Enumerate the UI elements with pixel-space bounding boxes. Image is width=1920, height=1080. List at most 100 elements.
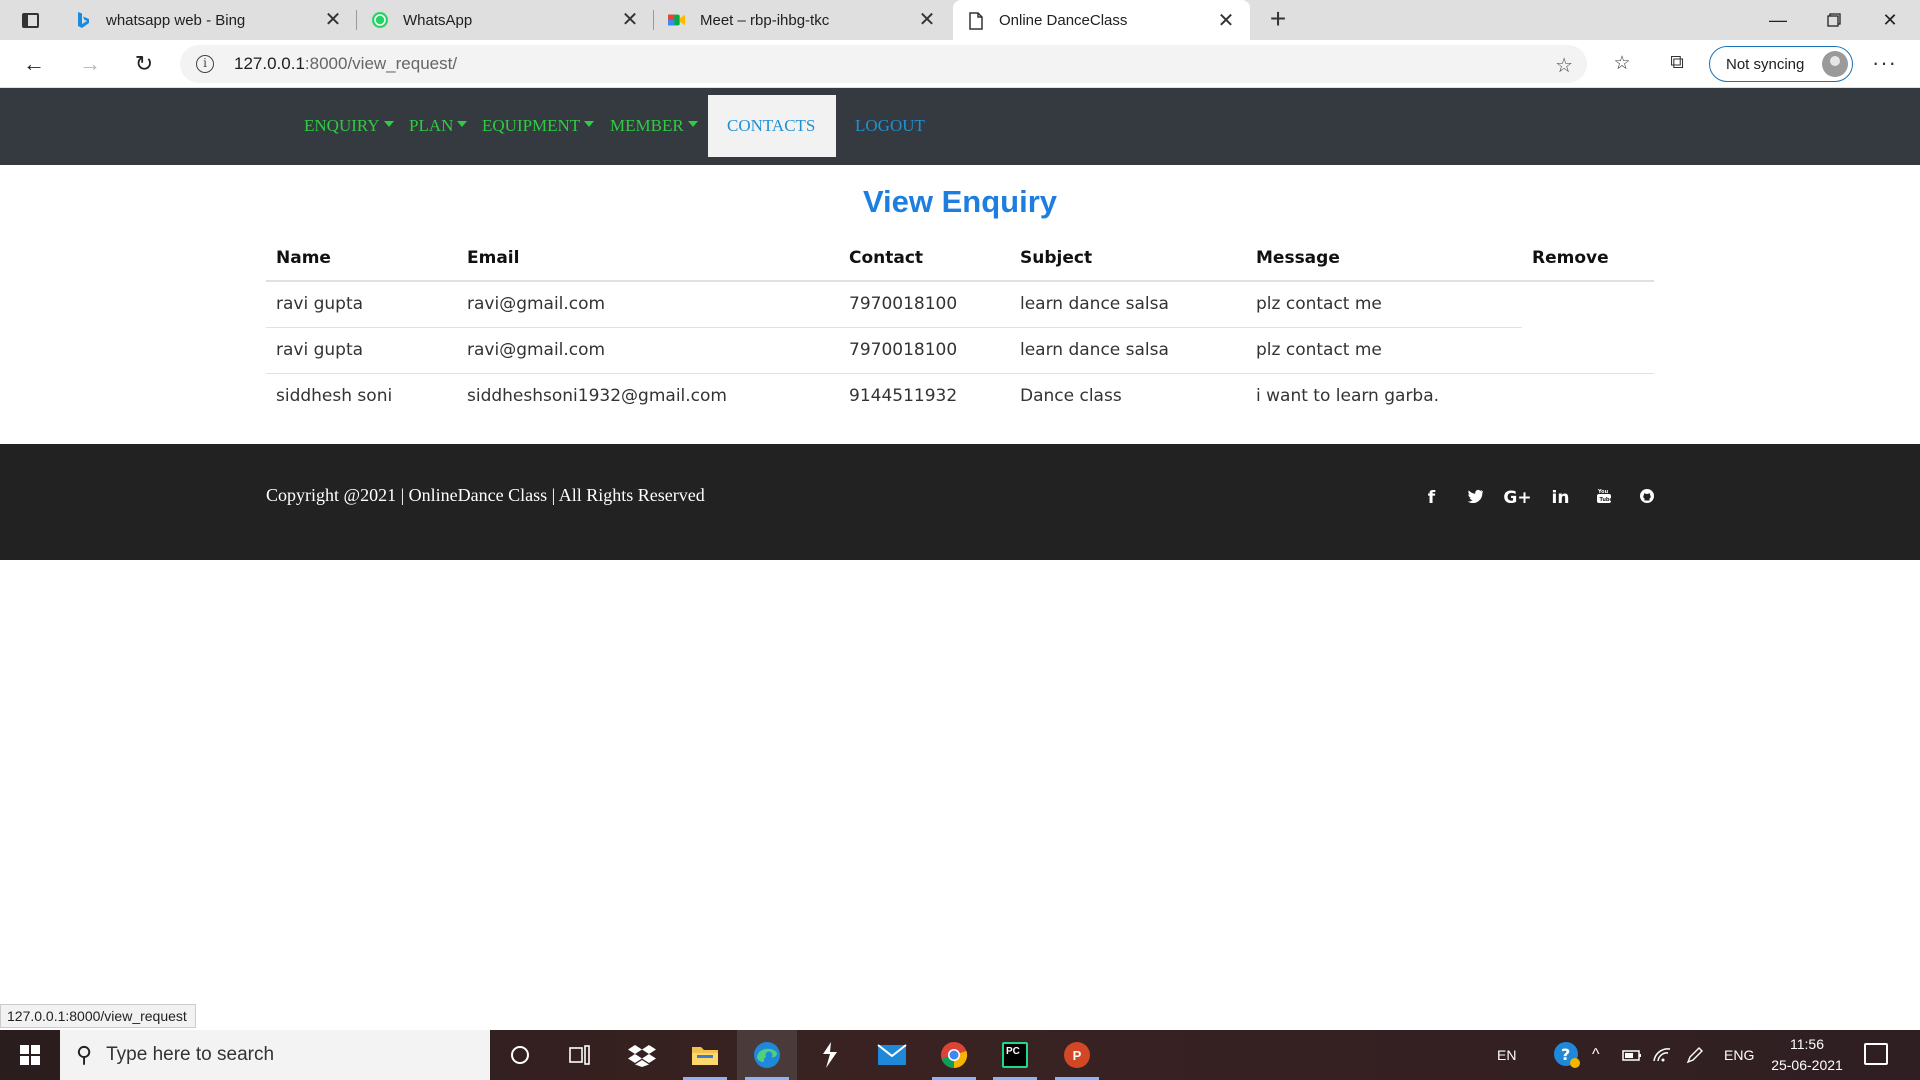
whatsapp-icon: [371, 11, 389, 29]
svg-text:Tube: Tube: [1599, 497, 1612, 503]
keyboard-language[interactable]: ENG: [1724, 1030, 1754, 1080]
mail-icon[interactable]: [862, 1030, 922, 1080]
nav-logout[interactable]: LOGOUT: [855, 95, 925, 157]
table-row: siddhesh soni siddheshsoni1932@gmail.com…: [266, 372, 1654, 419]
close-window-button[interactable]: ✕: [1862, 0, 1918, 40]
taskbar: ⚲ Type here to search PC P EN ? ^ ENG 11…: [0, 1030, 1920, 1080]
cell-email: ravi@gmail.com: [457, 280, 839, 327]
browser-tab-bar: whatsapp web - Bing ✕ WhatsApp ✕ Meet – …: [0, 0, 1920, 41]
powerpoint-icon[interactable]: P: [1047, 1030, 1107, 1080]
tab-whatsapp[interactable]: WhatsApp ✕: [357, 0, 654, 40]
tab-meet[interactable]: Meet – rbp-ihbg-tkc ✕: [654, 0, 951, 40]
cell-subject: learn dance salsa: [1010, 326, 1246, 373]
taskbar-search[interactable]: ⚲ Type here to search: [60, 1030, 490, 1080]
nav-contacts[interactable]: CONTACTS: [708, 95, 836, 157]
meet-icon: [668, 11, 686, 29]
clock-date: 25-06-2021: [1771, 1057, 1843, 1073]
minimize-button[interactable]: —: [1750, 0, 1806, 40]
windows-icon: [20, 1045, 40, 1065]
caret-down-icon: [383, 121, 394, 127]
pen-icon[interactable]: [1685, 1030, 1705, 1080]
column-header: Email: [457, 236, 839, 282]
cell-message: plz contact me: [1246, 326, 1522, 373]
wifi-icon[interactable]: [1652, 1030, 1672, 1080]
column-header: Remove: [1522, 236, 1654, 282]
clock[interactable]: 11:56 25-06-2021: [1762, 1034, 1852, 1076]
favorites-icon[interactable]: ☆: [1608, 52, 1636, 76]
nav-label: LOGOUT: [855, 116, 925, 135]
cell-name: ravi gupta: [266, 280, 457, 327]
close-icon[interactable]: ✕: [1216, 11, 1236, 31]
github-icon[interactable]: [1625, 488, 1668, 509]
close-icon[interactable]: ✕: [917, 10, 937, 30]
tab-title: Online DanceClass: [999, 12, 1128, 29]
social-links: f G+ in You Tube: [1410, 488, 1668, 509]
clock-time: 11:56: [1790, 1036, 1824, 1052]
cell-message: plz contact me: [1246, 280, 1522, 327]
sync-label: Not syncing: [1726, 55, 1805, 73]
back-button[interactable]: ←: [16, 48, 52, 80]
file-explorer-icon[interactable]: [675, 1030, 735, 1080]
profile-sync-button[interactable]: Not syncing: [1709, 46, 1853, 82]
page-icon: [967, 11, 985, 30]
chrome-icon[interactable]: [924, 1030, 984, 1080]
nav-plan[interactable]: PLAN: [409, 95, 468, 157]
info-icon[interactable]: i: [196, 55, 214, 73]
collections-icon[interactable]: ⧉: [1663, 52, 1691, 76]
app-icon[interactable]: [800, 1030, 860, 1080]
tab-bing[interactable]: whatsapp web - Bing ✕: [60, 0, 357, 40]
url-host: 127.0.0.1: [234, 54, 305, 73]
more-icon[interactable]: ···: [1872, 50, 1897, 76]
battery-icon[interactable]: [1622, 1030, 1642, 1080]
page-title: View Enquiry: [862, 184, 1058, 219]
refresh-button[interactable]: ↻: [126, 48, 162, 80]
start-button[interactable]: [0, 1030, 60, 1080]
caret-down-icon: [687, 121, 698, 127]
tab-title: Meet – rbp-ihbg-tkc: [700, 11, 830, 29]
cortana-icon[interactable]: [490, 1030, 550, 1080]
svg-text:You: You: [1597, 489, 1609, 495]
cell-contact: 7970018100: [839, 280, 1010, 327]
nav-member[interactable]: MEMBER: [610, 95, 698, 157]
help-icon[interactable]: ?: [1553, 1030, 1581, 1080]
address-bar-row: ← → ↻ i 127.0.0.1:8000/view_request/ ☆ ☆…: [0, 40, 1920, 88]
linkedin-icon[interactable]: in: [1539, 488, 1582, 509]
twitter-icon[interactable]: [1453, 488, 1496, 509]
nav-equipment[interactable]: EQUIPMENT: [482, 95, 595, 157]
pycharm-icon[interactable]: PC: [985, 1030, 1045, 1080]
address-input[interactable]: i 127.0.0.1:8000/view_request/ ☆: [180, 45, 1587, 83]
youtube-icon[interactable]: You Tube: [1582, 488, 1625, 509]
search-icon: ⚲: [76, 1042, 93, 1067]
cell-email: siddheshsoni1932@gmail.com: [457, 372, 839, 419]
close-icon[interactable]: ✕: [323, 10, 343, 30]
tab-title: whatsapp web - Bing: [106, 11, 246, 29]
chevron-up-icon[interactable]: ^: [1592, 1030, 1600, 1080]
nav-label: ENQUIRY: [304, 116, 380, 135]
cell-message: i want to learn garba.: [1246, 372, 1522, 419]
add-favorite-icon[interactable]: ☆: [1555, 53, 1573, 78]
google-plus-icon[interactable]: G+: [1496, 488, 1539, 509]
copyright-text: Copyright @2021 | OnlineDance Class | Al…: [266, 485, 705, 505]
dropbox-icon[interactable]: [612, 1030, 672, 1080]
edge-icon[interactable]: [737, 1030, 797, 1080]
close-icon[interactable]: ✕: [620, 10, 640, 30]
task-view-icon[interactable]: [550, 1030, 610, 1080]
forward-button[interactable]: →: [72, 48, 108, 80]
new-tab-button[interactable]: +: [1262, 4, 1294, 36]
column-header: Contact: [839, 236, 1010, 282]
cell-name: siddhesh soni: [266, 372, 457, 419]
cell-email: ravi@gmail.com: [457, 326, 839, 373]
tab-actions-icon[interactable]: [14, 8, 46, 32]
cell-contact: 9144511932: [839, 372, 1010, 419]
restore-button[interactable]: [1806, 0, 1862, 40]
input-language[interactable]: EN: [1497, 1030, 1516, 1080]
cell-remove: [1522, 372, 1654, 419]
tab-online-danceclass[interactable]: Online DanceClass ✕: [953, 0, 1250, 41]
nav-label: CONTACTS: [727, 116, 816, 135]
status-url: 127.0.0.1:8000/view_request: [0, 1004, 196, 1028]
table-row: ravi gupta ravi@gmail.com 7970018100 lea…: [266, 280, 1654, 327]
notification-icon[interactable]: [1864, 1043, 1888, 1065]
nav-enquiry[interactable]: ENQUIRY: [304, 95, 394, 157]
caret-down-icon: [584, 121, 595, 127]
facebook-icon[interactable]: f: [1410, 488, 1453, 509]
